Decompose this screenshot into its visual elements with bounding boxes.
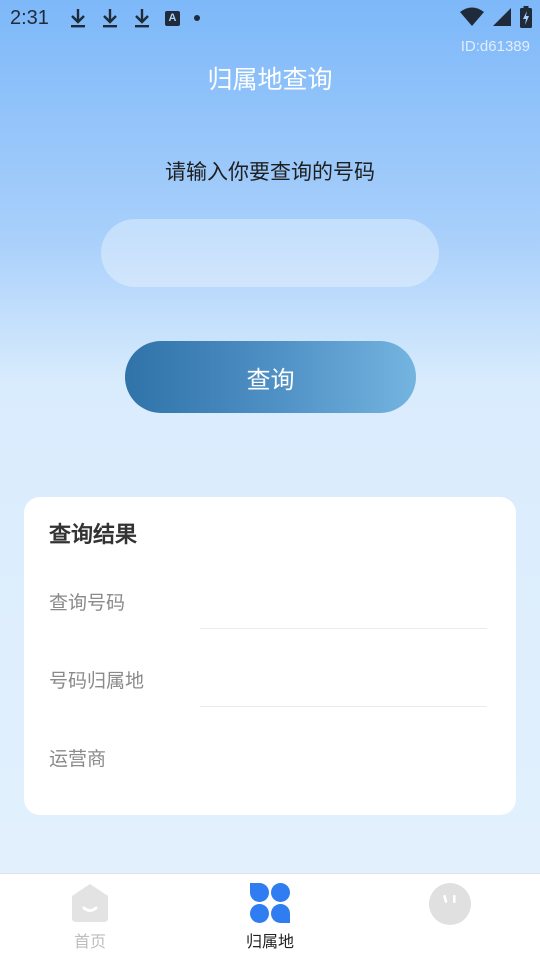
status-bar: 2:31 A — [0, 0, 540, 36]
divider — [200, 706, 487, 707]
page-title: 归属地查询 — [207, 65, 333, 94]
dot-icon — [193, 15, 200, 21]
bottom-nav: 首页 归属地 — [0, 873, 540, 960]
wifi-icon — [460, 7, 484, 26]
download-icon — [70, 9, 85, 28]
result-label: 号码归属地 — [49, 670, 145, 692]
download-icon — [102, 9, 117, 28]
nav-item-home[interactable]: 首页 — [0, 874, 180, 960]
result-value — [199, 666, 491, 702]
status-icons-right — [460, 6, 532, 28]
face-icon — [429, 883, 471, 925]
result-value — [199, 744, 491, 780]
status-time: 2:31 — [10, 6, 49, 29]
result-label: 运营商 — [49, 748, 107, 770]
nav-label: 归属地 — [245, 932, 294, 951]
nav-label: 首页 — [73, 932, 106, 951]
nav-item-mine[interactable] — [360, 874, 540, 960]
battery-charging-icon — [520, 6, 532, 28]
result-title: 查询结果 — [49, 523, 138, 548]
download-icon — [134, 9, 149, 28]
status-icons-left: A — [69, 7, 200, 29]
result-label: 查询号码 — [49, 592, 126, 614]
input-prompt: 请输入你要查询的号码 — [165, 160, 375, 184]
a-icon: A — [164, 10, 180, 26]
watermark: ID:d61389 — [460, 38, 530, 55]
divider — [200, 628, 487, 629]
nav-item-location[interactable]: 归属地 — [180, 874, 360, 960]
clover-icon — [250, 883, 290, 923]
home-icon — [72, 884, 108, 922]
signal-icon — [493, 8, 511, 26]
result-card: 查询结果 查询号码 号码归属地 运营商 — [24, 497, 516, 815]
result-value — [199, 588, 491, 624]
result-row-location: 号码归属地 — [49, 666, 491, 726]
result-row-carrier: 运营商 — [49, 744, 491, 804]
result-row-number: 查询号码 — [49, 588, 491, 648]
query-button[interactable]: 查询 — [125, 341, 416, 413]
phone-number-input[interactable] — [101, 219, 439, 287]
